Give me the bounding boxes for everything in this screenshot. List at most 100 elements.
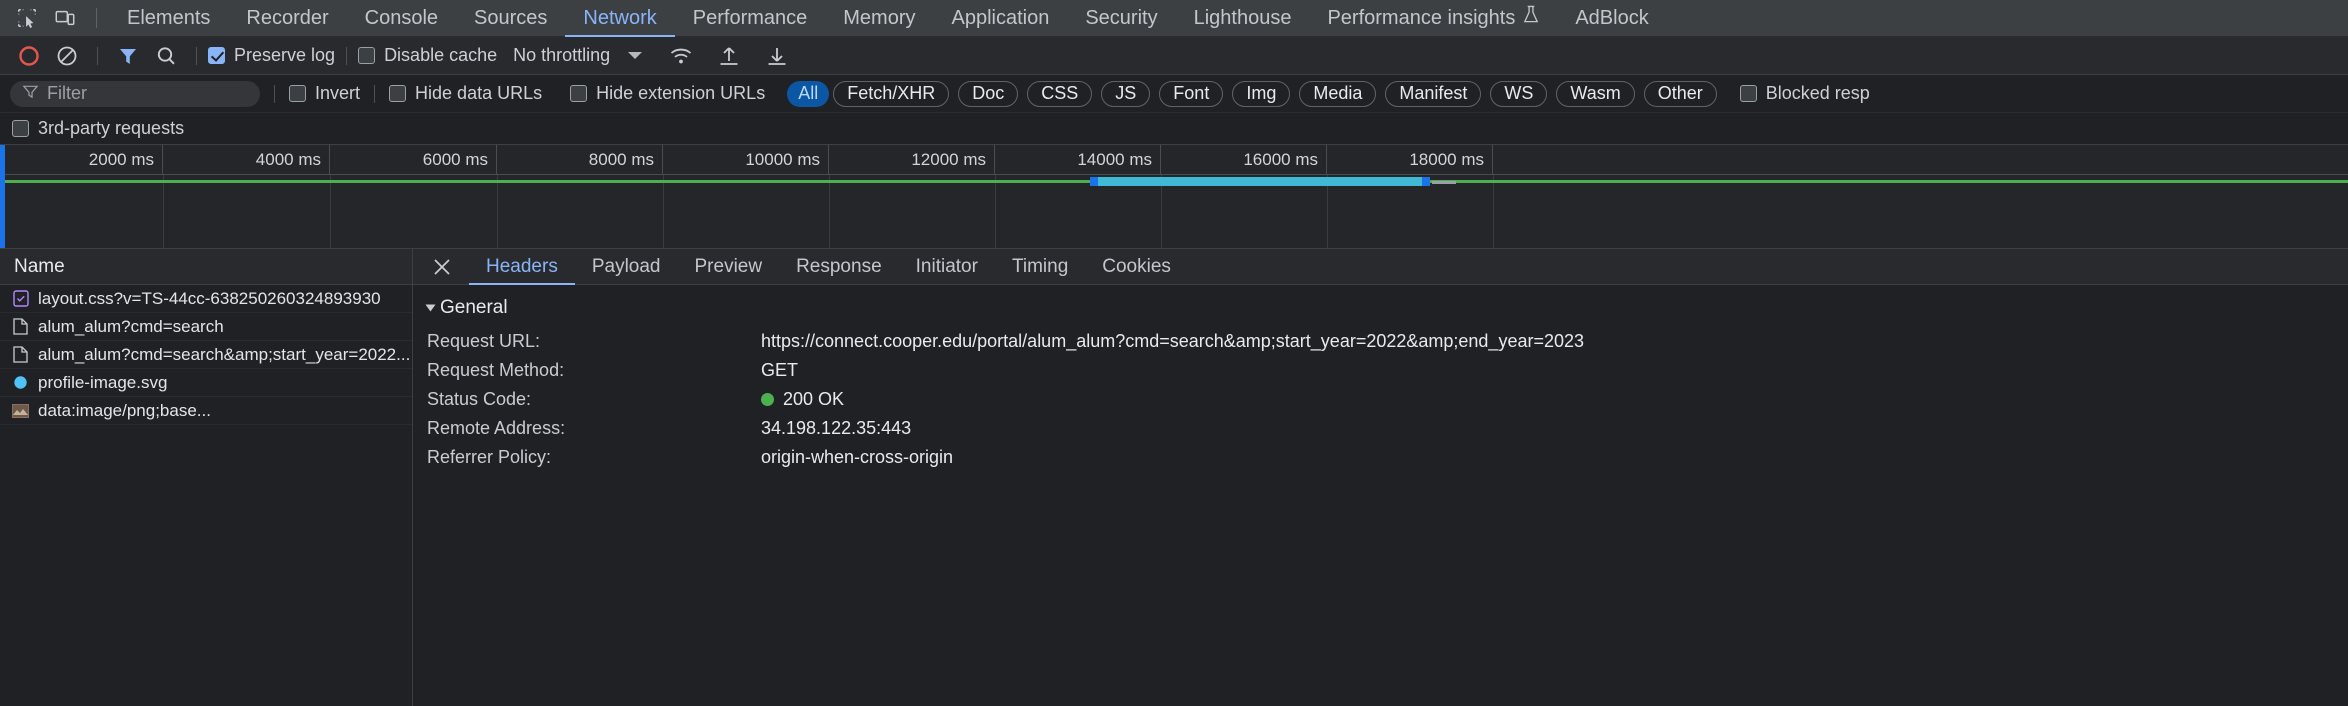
field-key: Remote Address:	[427, 418, 566, 438]
blocked-responses-checkbox[interactable]: Blocked resp	[1739, 83, 1870, 104]
tab-label: Headers	[486, 255, 558, 277]
timeline-ruler[interactable]: 2000 ms 4000 ms 6000 ms 8000 ms 10000 ms…	[0, 145, 2348, 175]
hide-extension-urls-checkbox[interactable]: Hide extension URLs	[570, 83, 765, 104]
overview-left-handle[interactable]	[0, 145, 5, 248]
overview-request-bar	[1098, 177, 1428, 186]
overview-request-bar	[1422, 177, 1430, 186]
timeline-tick: 8000 ms	[497, 145, 663, 175]
general-section-header[interactable]: General	[425, 297, 2348, 319]
column-header-name: Name	[14, 255, 65, 277]
chevron-down-icon[interactable]	[628, 52, 643, 59]
disable-cache-checkbox[interactable]: Disable cache	[358, 45, 497, 66]
tab-label: Memory	[843, 6, 916, 29]
panel-tabs: Elements Recorder Console Sources Networ…	[109, 0, 1667, 37]
field-value: GET	[761, 360, 799, 380]
table-row[interactable]: layout.css?v=TS-44cc-638250260324893930	[0, 285, 412, 313]
type-filter-img[interactable]: Img	[1232, 80, 1291, 107]
tab-elements[interactable]: Elements	[109, 0, 228, 37]
tab-label: Console	[364, 6, 439, 29]
details-tab-initiator[interactable]: Initiator	[899, 249, 995, 285]
tab-lighthouse[interactable]: Lighthouse	[1176, 0, 1310, 37]
document-icon	[12, 318, 29, 335]
table-row[interactable]: data:image/png;base...	[0, 397, 412, 425]
network-overview[interactable]: 2000 ms 4000 ms 6000 ms 8000 ms 10000 ms…	[0, 145, 2348, 249]
import-har-icon[interactable]	[714, 41, 744, 71]
tab-performance[interactable]: Performance	[675, 0, 826, 37]
tab-label: Cookies	[1102, 255, 1171, 277]
preserve-log-checkbox[interactable]: Preserve log	[208, 45, 335, 66]
tab-network[interactable]: Network	[565, 0, 674, 37]
tab-sources[interactable]: Sources	[456, 0, 565, 37]
invert-checkbox[interactable]: Invert	[289, 83, 360, 104]
chip-label: Font	[1173, 83, 1210, 103]
network-toolbar: Preserve log Disable cache No throttling	[0, 37, 2348, 75]
tab-memory[interactable]: Memory	[825, 0, 933, 37]
request-name: alum_alum?cmd=search&amp;start_year=2022…	[38, 344, 411, 364]
request-name: profile-image.svg	[38, 372, 168, 392]
header-field-remote-address: Remote Address: 34.198.122.35:443	[427, 414, 2348, 443]
checkbox-box	[12, 120, 29, 137]
type-filter-all[interactable]: All	[787, 80, 830, 107]
record-button-icon[interactable]	[14, 41, 44, 71]
throttling-select[interactable]: No throttling	[513, 45, 610, 66]
tab-console[interactable]: Console	[347, 0, 456, 37]
details-tab-headers[interactable]: Headers	[469, 249, 575, 285]
tab-performance-insights[interactable]: Performance insights	[1309, 0, 1557, 37]
request-list-header[interactable]: Name	[0, 249, 412, 285]
timeline-tick: 12000 ms	[829, 145, 995, 175]
type-filter-media[interactable]: Media	[1299, 80, 1377, 107]
chip-label: All	[798, 83, 819, 103]
section-title: General	[440, 297, 508, 318]
search-icon[interactable]	[151, 41, 181, 71]
clear-network-log-icon[interactable]	[52, 41, 82, 71]
chip-label: Manifest	[1399, 83, 1468, 103]
tab-label: Payload	[591, 255, 661, 277]
field-key: Referrer Policy:	[427, 447, 552, 467]
header-field-referrer-policy: Referrer Policy: origin-when-cross-origi…	[427, 443, 2348, 472]
timeline-tick: 10000 ms	[663, 145, 829, 175]
third-party-requests-checkbox[interactable]: 3rd-party requests	[12, 118, 184, 139]
type-filter-js[interactable]: JS	[1101, 80, 1151, 107]
tab-adblock[interactable]: AdBlock	[1557, 0, 1666, 37]
tab-label: Recorder	[246, 6, 329, 29]
type-filter-doc[interactable]: Doc	[958, 80, 1019, 107]
device-toolbar-icon[interactable]	[46, 0, 84, 37]
filter-divider-2	[374, 84, 376, 103]
table-row[interactable]: alum_alum?cmd=search&amp;start_year=2022…	[0, 341, 412, 369]
filter-funnel-icon[interactable]	[113, 41, 143, 71]
field-key: Status Code:	[427, 389, 532, 409]
network-conditions-wifi-icon[interactable]	[666, 41, 696, 71]
inspect-element-icon[interactable]	[8, 0, 46, 37]
type-filter-css[interactable]: CSS	[1027, 80, 1093, 107]
chip-label: JS	[1115, 83, 1137, 103]
details-tab-cookies[interactable]: Cookies	[1085, 249, 1188, 285]
overview-request-bar	[1090, 177, 1098, 186]
tab-application[interactable]: Application	[934, 0, 1068, 37]
type-filter-other[interactable]: Other	[1643, 80, 1717, 107]
headers-body: General Request URL: https://connect.coo…	[413, 285, 2348, 706]
details-tab-timing[interactable]: Timing	[995, 249, 1085, 285]
filter-input[interactable]: Filter	[10, 80, 260, 107]
field-value: origin-when-cross-origin	[761, 447, 954, 467]
tab-recorder[interactable]: Recorder	[228, 0, 346, 37]
preserve-log-label: Preserve log	[234, 45, 336, 65]
close-icon[interactable]	[427, 252, 457, 282]
request-name: layout.css?v=TS-44cc-638250260324893930	[38, 288, 381, 308]
type-filter-font[interactable]: Font	[1159, 80, 1224, 107]
chip-label: Other	[1657, 83, 1703, 103]
type-filter-manifest[interactable]: Manifest	[1385, 80, 1482, 107]
type-filter-fetch-xhr[interactable]: Fetch/XHR	[833, 80, 950, 107]
tab-security[interactable]: Security	[1067, 0, 1175, 37]
details-tab-payload[interactable]: Payload	[575, 249, 678, 285]
type-filter-wasm[interactable]: Wasm	[1556, 80, 1635, 107]
table-row[interactable]: alum_alum?cmd=search	[0, 313, 412, 341]
details-tab-preview[interactable]: Preview	[678, 249, 780, 285]
image-thumbnail-icon	[12, 402, 29, 419]
type-filter-ws[interactable]: WS	[1490, 80, 1548, 107]
hide-data-urls-checkbox[interactable]: Hide data URLs	[389, 83, 542, 104]
details-tab-response[interactable]: Response	[779, 249, 899, 285]
export-har-icon[interactable]	[762, 41, 792, 71]
table-row[interactable]: profile-image.svg	[0, 369, 412, 397]
image-circle-icon	[12, 374, 29, 391]
toolbar-divider-2	[196, 46, 197, 65]
